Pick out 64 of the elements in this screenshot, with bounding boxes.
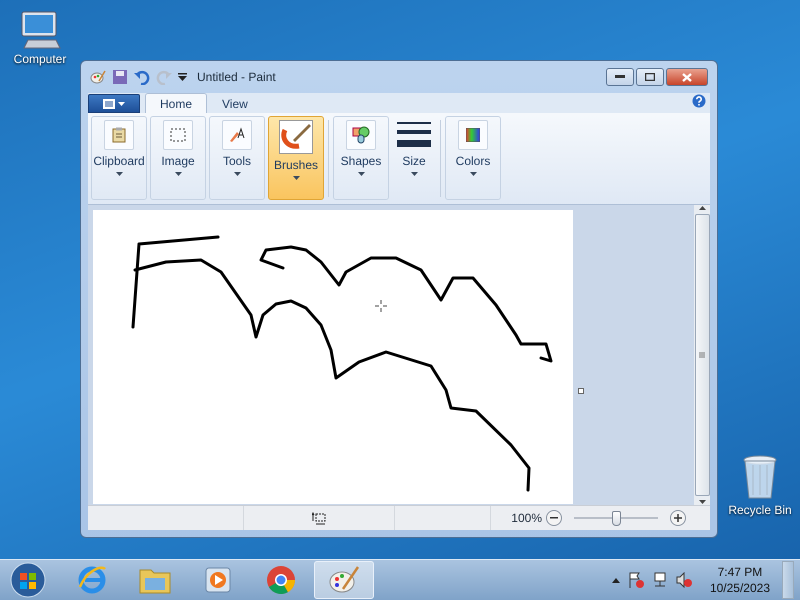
app-menu-button[interactable]: [88, 94, 140, 113]
clock-time[interactable]: 7:47 PM: [718, 564, 762, 580]
ribbon-group-button[interactable]: Colors: [445, 116, 501, 200]
zoom-level: 100%: [511, 511, 542, 525]
ribbon-group-button[interactable]: Tools: [209, 116, 265, 200]
zoom-in-button[interactable]: [670, 510, 686, 526]
paint-palette-icon: [328, 565, 360, 595]
caret-icon: [118, 102, 125, 106]
help-icon[interactable]: [692, 94, 706, 108]
drawing-canvas[interactable]: [93, 210, 573, 504]
line-width-icon: [397, 120, 431, 150]
ribbon-group-button[interactable]: Clipboard: [91, 116, 147, 200]
close-icon: [682, 72, 692, 82]
brush-icon: [279, 120, 313, 154]
desktop-icon-label[interactable]: Recycle Bin: [728, 503, 792, 517]
maximize-button[interactable]: [636, 68, 664, 86]
color-palette-icon: [466, 128, 480, 142]
letter-e-icon: [77, 565, 107, 595]
grip-icon: [699, 352, 705, 358]
minimize-button[interactable]: [606, 68, 634, 86]
undo-icon[interactable]: [134, 69, 150, 85]
clock-date[interactable]: 10/25/2023: [710, 580, 770, 596]
dropdown-icon[interactable]: [178, 73, 187, 81]
caret-icon: [358, 172, 364, 176]
show-hidden-icons-icon[interactable]: [612, 578, 620, 582]
caret-icon: [292, 176, 300, 180]
clipboard-icon: [112, 127, 126, 143]
recycle-bin-icon: [742, 455, 778, 501]
caret-icon: [470, 172, 476, 176]
zoom-slider-thumb[interactable]: [612, 510, 621, 526]
save-icon[interactable]: [112, 69, 128, 85]
selection-size-icon: [312, 512, 326, 524]
window-title: Untitled - Paint: [197, 70, 276, 84]
ribbon-group-button[interactable]: Size: [392, 116, 436, 200]
minus-icon: [550, 517, 558, 519]
network-icon[interactable]: [652, 572, 668, 588]
desktop-icon-label[interactable]: Computer: [14, 52, 66, 66]
ribbon-tab[interactable]: View: [207, 93, 263, 113]
ribbon-tab[interactable]: Home: [145, 93, 208, 113]
zoom-out-button[interactable]: [546, 510, 562, 526]
crosshair-cursor-icon: [374, 300, 388, 312]
plus-icon: [674, 514, 682, 522]
ribbon-group-button[interactable]: Shapes: [333, 116, 389, 200]
resize-handle[interactable]: [578, 388, 584, 394]
pencil-text-icon: [228, 127, 246, 143]
shapes-icon: [352, 126, 370, 144]
ribbon-group-button[interactable]: Image: [150, 116, 206, 200]
menu-icon: [103, 98, 115, 108]
speaker-muted-icon[interactable]: [676, 572, 692, 588]
caret-icon: [410, 172, 418, 176]
minimize-icon: [615, 75, 625, 79]
chrome-icon: [266, 565, 296, 595]
flag-icon[interactable]: [628, 572, 644, 588]
close-button[interactable]: [666, 68, 708, 86]
ribbon-group-button[interactable]: Brushes: [268, 116, 324, 200]
vertical-scrollbar[interactable]: [694, 205, 710, 505]
caret-icon: [116, 172, 122, 176]
paint-palette-icon: [90, 70, 106, 84]
play-icon: [205, 567, 231, 593]
taskbar-app-button[interactable]: [314, 561, 374, 599]
maximize-icon: [645, 73, 655, 81]
selection-icon: [170, 128, 186, 142]
caret-icon: [234, 172, 240, 176]
caret-icon: [174, 172, 182, 176]
